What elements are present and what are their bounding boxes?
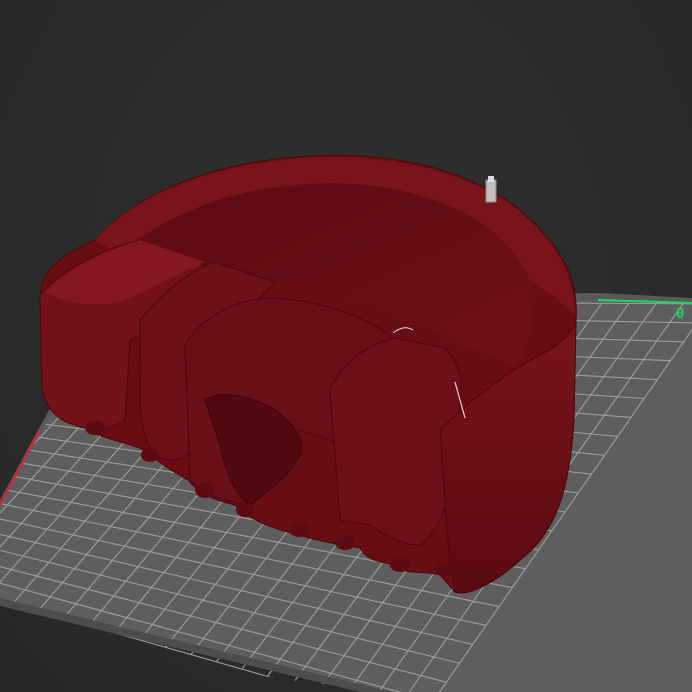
scene-canvas[interactable] xyxy=(0,0,692,692)
nozzle-marker xyxy=(485,176,497,203)
3d-viewport[interactable]: 0 xyxy=(0,0,692,692)
axis-indicator-label: 0 xyxy=(676,306,685,322)
